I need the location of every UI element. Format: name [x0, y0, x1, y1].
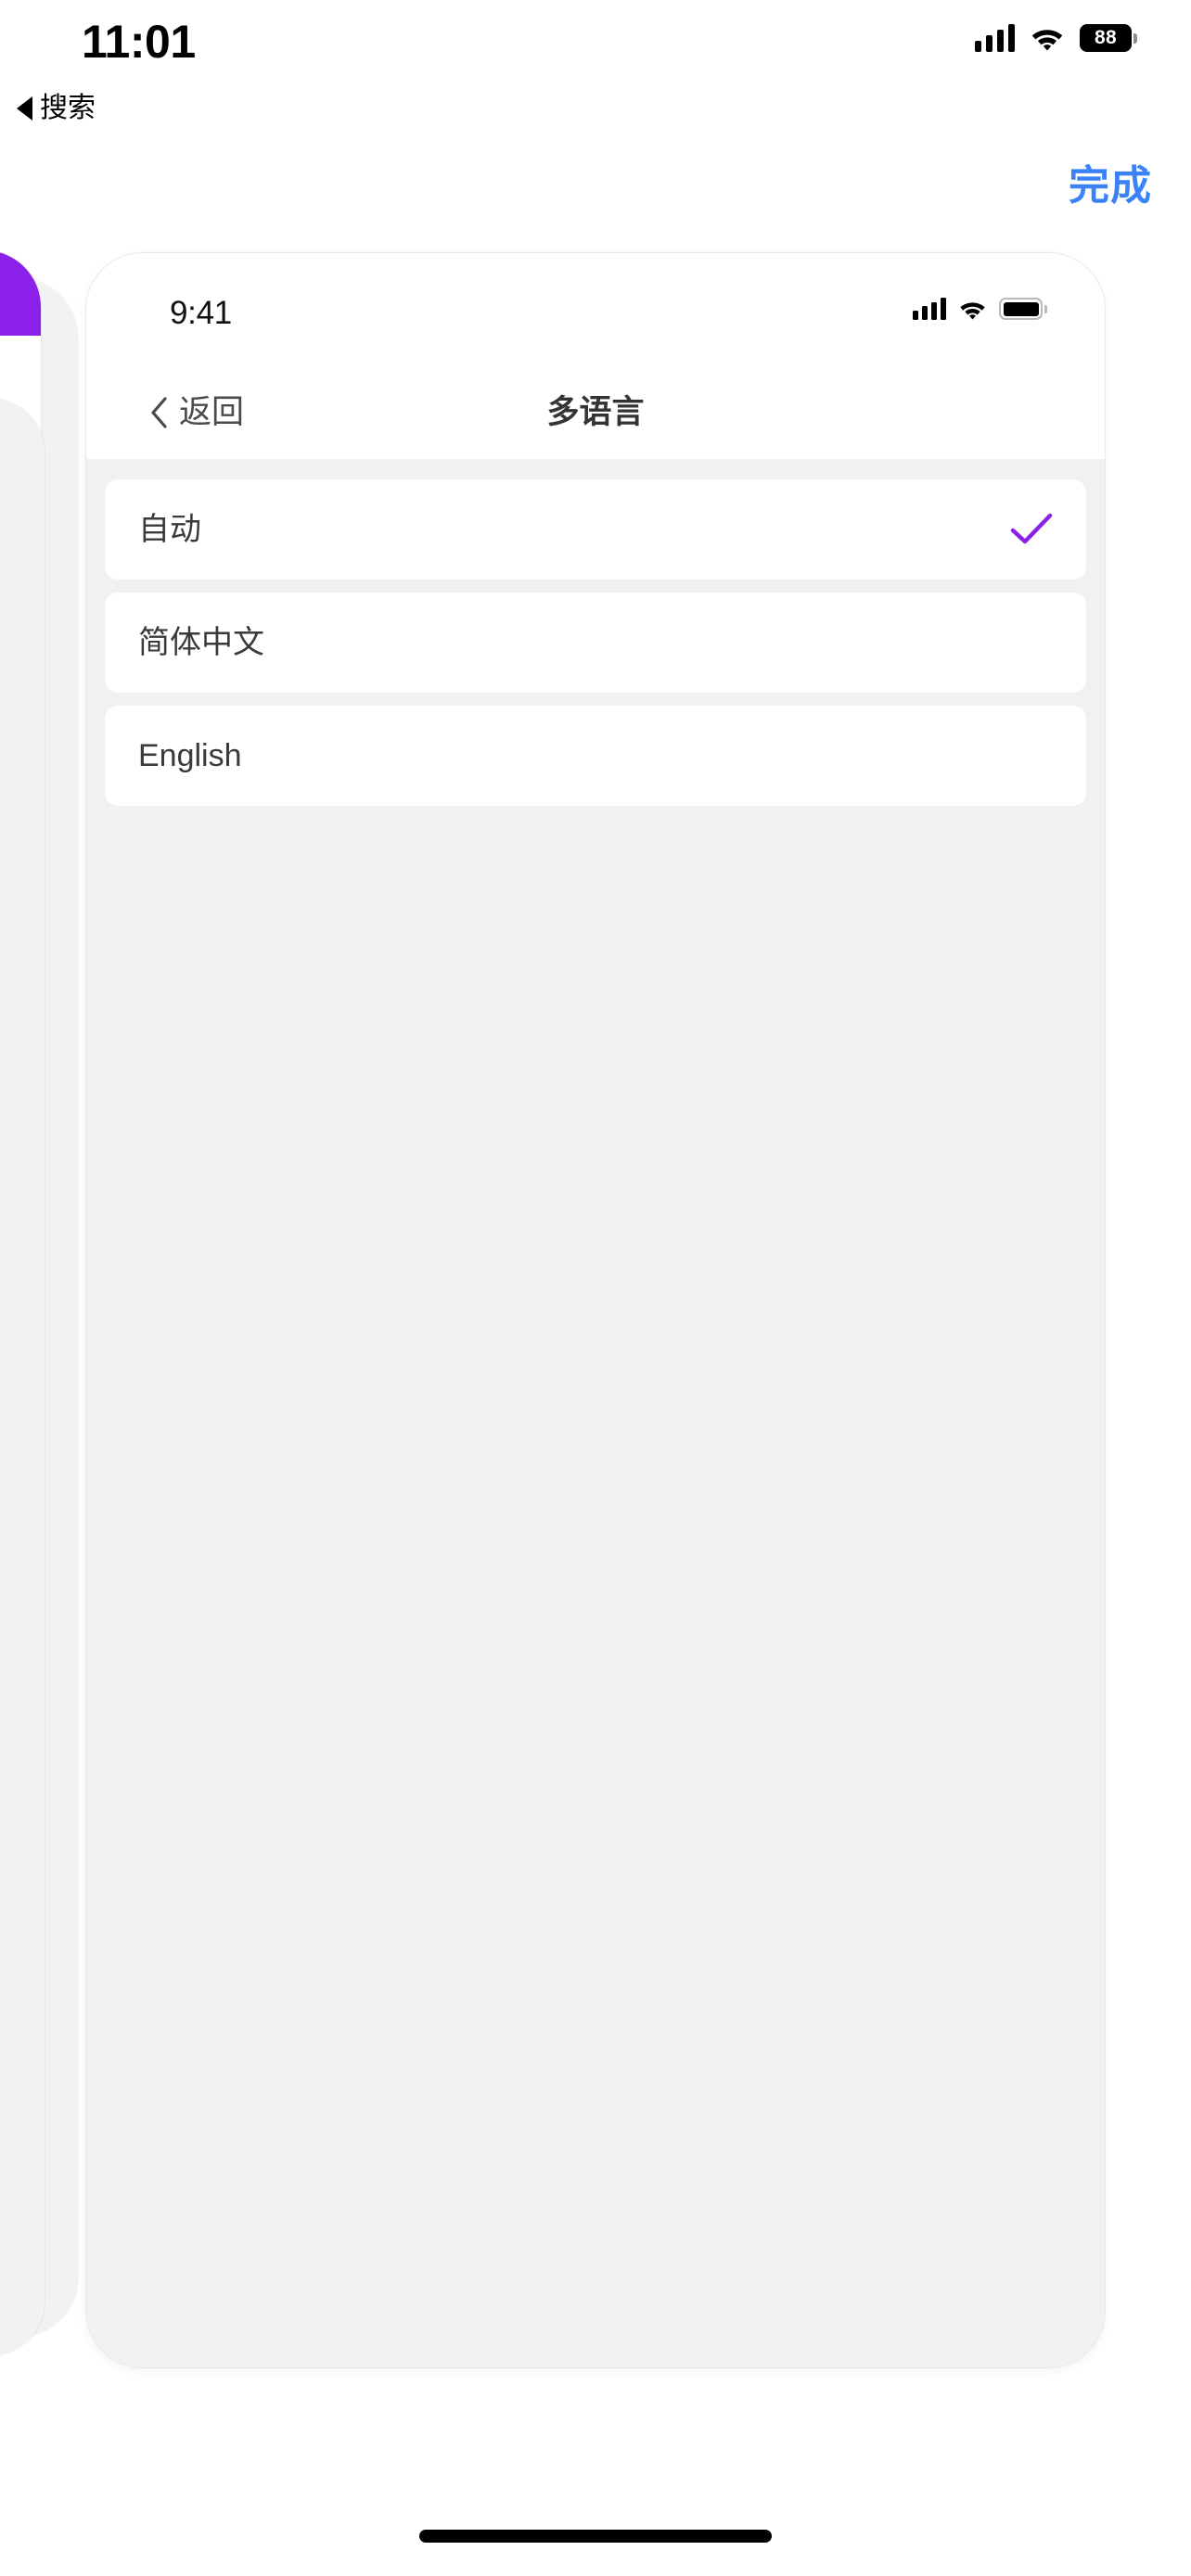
language-option-list: 自动 简体中文 English [86, 479, 1105, 806]
phone-nav-bar: 返回 多语言 [86, 366, 1105, 459]
phone-content: 自动 简体中文 English [86, 459, 1105, 2367]
home-indicator[interactable] [419, 2530, 772, 2543]
purple-card-header [0, 250, 41, 336]
language-option-label: 自动 [138, 512, 201, 547]
wifi-icon [960, 301, 985, 320]
list-item[interactable]: 简体中文 [105, 593, 1086, 693]
phone-status-icons [913, 298, 1047, 320]
list-item[interactable]: 自动 [105, 479, 1086, 580]
card-stack: 9:41 返回 多语言 自动 简体中文 English [0, 0, 1191, 2576]
language-option-label: English [138, 738, 242, 773]
list-item[interactable]: English [105, 706, 1086, 806]
background-card-layer-1 [0, 399, 45, 2355]
check-icon [1010, 513, 1053, 544]
phone-status-bar: 9:41 [86, 253, 1105, 366]
battery-icon [999, 298, 1047, 320]
page-title: 多语言 [546, 394, 645, 430]
phone-preview-card[interactable]: 9:41 返回 多语言 自动 简体中文 English [85, 252, 1106, 2368]
language-option-label: 简体中文 [138, 625, 264, 660]
phone-clock: 9:41 [170, 295, 232, 331]
signal-bars-icon [913, 298, 946, 320]
